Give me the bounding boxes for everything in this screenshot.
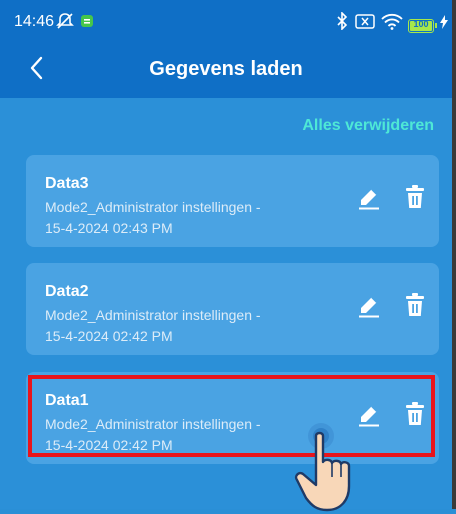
status-bar: 14:46 100 xyxy=(0,0,452,42)
record-description: Mode2_Administrator instellingen - 15-4-… xyxy=(45,305,305,347)
record-name: Data2 xyxy=(45,283,89,300)
charging-icon xyxy=(440,15,448,29)
record-name: Data3 xyxy=(45,175,89,192)
trash-icon[interactable] xyxy=(404,292,426,318)
no-sim-icon xyxy=(355,14,375,29)
delete-all-button[interactable]: Alles verwijderen xyxy=(302,117,434,135)
wifi-icon xyxy=(381,13,403,30)
trash-icon[interactable] xyxy=(404,184,426,210)
record-card[interactable]: Data2 Mode2_Administrator instellingen -… xyxy=(26,263,439,355)
edit-pencil-icon[interactable] xyxy=(356,185,382,211)
status-time: 14:46 xyxy=(14,13,55,30)
battery-level: 100 xyxy=(413,19,429,29)
record-timestamp: 15-4-2024 02:43 PM xyxy=(45,220,173,236)
page-title: Gegevens laden xyxy=(149,58,303,80)
edit-pencil-icon[interactable] xyxy=(356,293,382,319)
record-description-text: Mode2_Administrator instellingen - xyxy=(45,199,261,215)
bluetooth-icon xyxy=(337,12,348,30)
tapping-hand-icon xyxy=(294,423,351,512)
record-card[interactable]: Data3 Mode2_Administrator instellingen -… xyxy=(26,155,439,247)
record-description: Mode2_Administrator instellingen - 15-4-… xyxy=(45,197,305,239)
battery-icon: 100 xyxy=(408,19,437,33)
record-description-text: Mode2_Administrator instellingen - xyxy=(45,307,261,323)
mute-icon xyxy=(56,13,74,29)
record-timestamp: 15-4-2024 02:42 PM xyxy=(45,328,173,344)
app-notification-icon xyxy=(81,15,93,27)
app-screen: 14:46 100 Gegevens laden Alles verwijder… xyxy=(0,0,456,512)
